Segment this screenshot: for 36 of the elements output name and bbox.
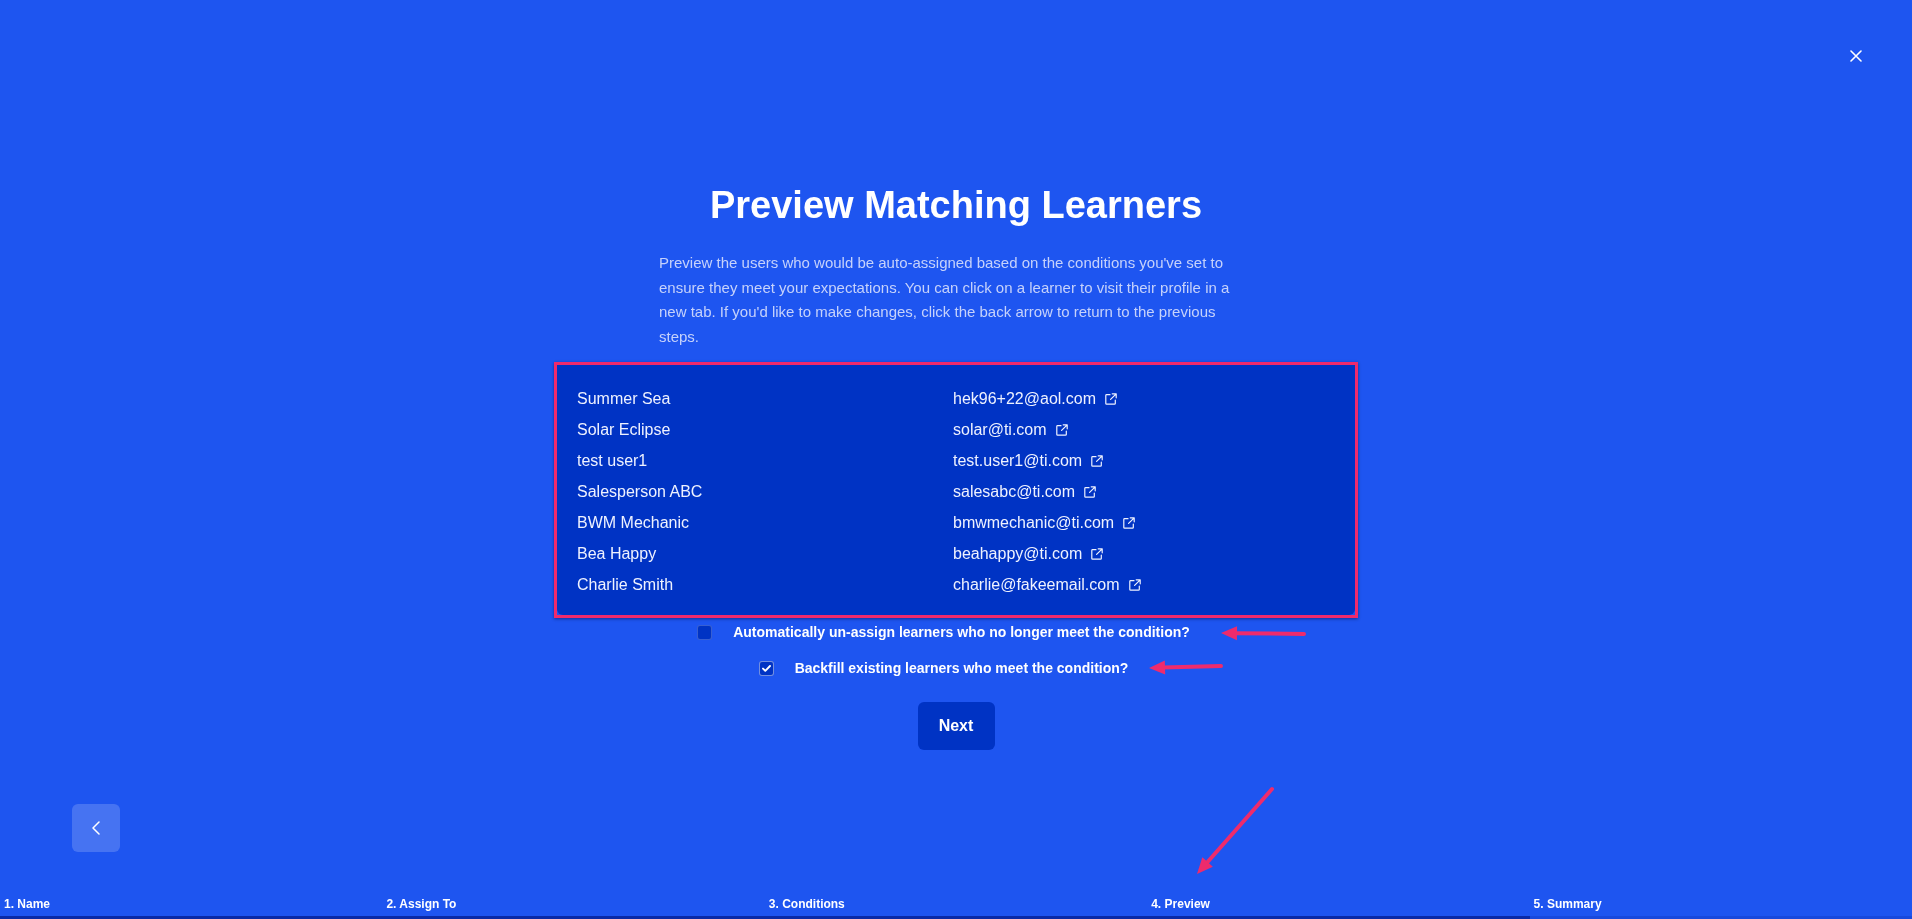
learner-email-link[interactable]: hek96+22@aol.com (953, 388, 1117, 409)
checkbox[interactable] (758, 660, 774, 676)
learner-name: Salesperson ABC (577, 481, 703, 502)
chevron-left-icon (92, 821, 100, 835)
step-label: 4. Preview (1151, 897, 1210, 911)
learner-email-link[interactable]: test.user1@ti.com (953, 450, 1104, 471)
checkbox-label: Automatically un-assign learners who no longer meet the condition? (733, 623, 1190, 642)
checkbox[interactable] (697, 624, 713, 640)
external-link-icon (1055, 423, 1068, 436)
learner-name: BWM Mechanic (577, 512, 690, 533)
external-link-icon (1091, 547, 1104, 560)
step-label: 5. Summary (1533, 897, 1602, 911)
external-link-icon (1084, 485, 1097, 498)
external-link-icon (1105, 392, 1117, 405)
page-title: Preview Matching Learners (708, 183, 1204, 228)
step-label: 3. Conditions (768, 897, 845, 911)
learner-email-link[interactable]: charlie@fakeemail.com (953, 574, 1141, 595)
step-label: 1. Name (4, 897, 51, 911)
learner-email-link[interactable]: beahappy@ti.com (953, 543, 1104, 564)
learner-name: Bea Happy (577, 543, 657, 564)
external-link-icon (1091, 454, 1104, 467)
learner-name: Charlie Smith (577, 574, 674, 595)
learner-email-link[interactable]: salesabc@ti.com (953, 481, 1097, 502)
close-icon (1850, 50, 1862, 62)
next-button[interactable]: Next (917, 702, 995, 750)
checkbox-label: Backfill existing learners who meet the condition? (794, 659, 1129, 678)
step-label: 2. Assign To (386, 897, 457, 911)
learner-email-link[interactable]: solar@ti.com (953, 419, 1068, 440)
learner-name: test user1 (577, 450, 648, 471)
learner-name: Solar Eclipse (577, 419, 671, 440)
external-link-icon (1128, 578, 1141, 591)
external-link-icon (1123, 516, 1136, 529)
description-text: Preview the users who would be auto-assigned based on the conditions you've set to ensure they meet your expectations. You can click on a learner to visit their profile in a new tab. If you'd like to make changes, click the back arrow to return to the previous steps. (659, 253, 1231, 347)
learner-email-link[interactable]: bmwmechanic@ti.com (953, 512, 1136, 533)
learner-name: Summer Sea (577, 388, 671, 409)
checkmark-icon (761, 664, 771, 672)
